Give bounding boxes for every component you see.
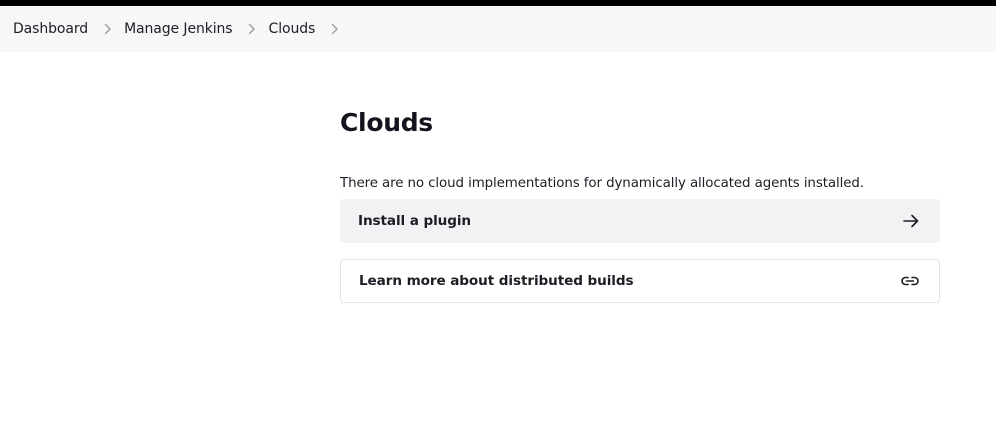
page-description: There are no cloud implementations for d… bbox=[340, 176, 864, 191]
chevron-right-icon[interactable] bbox=[323, 19, 345, 39]
breadcrumb-dashboard[interactable]: Dashboard bbox=[13, 21, 88, 37]
install-plugin-label: Install a plugin bbox=[358, 213, 471, 229]
main-content: Clouds There are no cloud implementation… bbox=[340, 108, 940, 303]
breadcrumb-clouds[interactable]: Clouds bbox=[269, 21, 316, 37]
breadcrumb-manage-jenkins[interactable]: Manage Jenkins bbox=[124, 21, 233, 37]
install-plugin-button[interactable]: Install a plugin bbox=[340, 199, 940, 243]
learn-distributed-builds-link[interactable]: Learn more about distributed builds bbox=[340, 259, 940, 303]
chevron-right-icon[interactable] bbox=[96, 19, 118, 39]
link-icon bbox=[899, 270, 921, 292]
page-title: Clouds bbox=[340, 108, 433, 137]
chevron-right-icon[interactable] bbox=[241, 19, 263, 39]
breadcrumb: Dashboard Manage Jenkins Clouds bbox=[0, 6, 996, 52]
learn-distributed-builds-label: Learn more about distributed builds bbox=[359, 273, 634, 289]
arrow-right-icon bbox=[900, 210, 922, 232]
